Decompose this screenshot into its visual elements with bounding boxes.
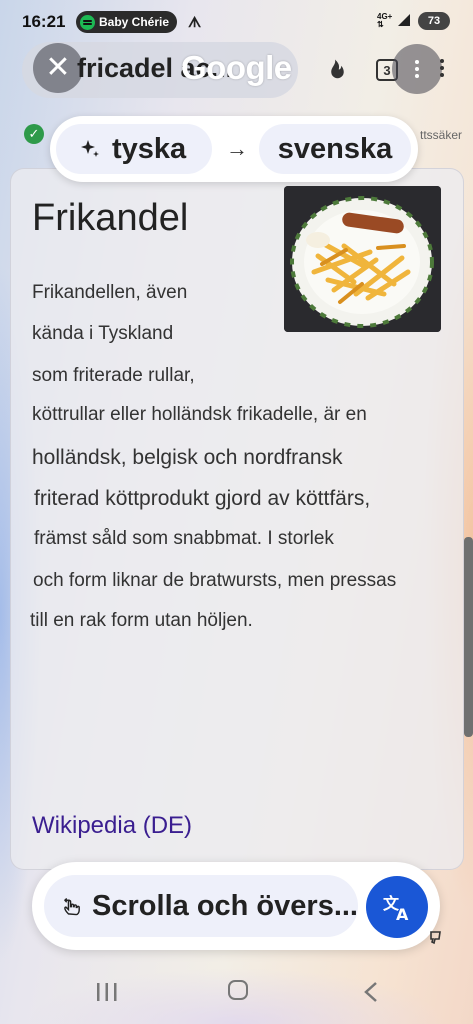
article-line: Frikandellen, även [32, 282, 188, 303]
article-line: som friterade rullar, [32, 365, 195, 386]
signal-icon [398, 14, 410, 26]
arrow-right-icon: → [226, 136, 248, 161]
spotify-icon [80, 14, 95, 30]
scroll-gesture-icon [64, 898, 80, 916]
close-button[interactable]: ✕ [33, 43, 83, 93]
network-indicator: 4G+ ⇅ [377, 13, 392, 29]
article-line: och form liknar de bratwursts, men press… [33, 570, 397, 591]
article-line: köttrullar eller holländsk frikadelle, ä… [32, 404, 367, 425]
language-selector: tyska → svenska [50, 116, 418, 182]
svg-text:A: A [396, 905, 409, 924]
scrollbar[interactable] [464, 537, 473, 737]
translate-menu-button[interactable] [392, 44, 442, 94]
article-line: holländsk, belgisk och nordfransk [32, 446, 343, 469]
app-notification-icon: ᗑ [188, 14, 202, 30]
article-line: till en rak form utan höljen. [30, 610, 253, 631]
target-language-label: svenska [277, 132, 393, 165]
network-activity: ⇅ [377, 20, 384, 29]
frikandel-image[interactable] [284, 186, 441, 332]
scroll-translate-label: Scrolla och övers... [92, 889, 358, 922]
article-title: Frikandel [32, 197, 189, 239]
browser-more-icon [440, 66, 444, 70]
google-logo: Google [181, 49, 292, 86]
media-notification-pill[interactable]: Baby Chérie [76, 11, 178, 33]
frikandel-plate-illustration [284, 186, 441, 332]
battery-indicator: 73 [418, 12, 450, 30]
battery-level: 73 [427, 15, 441, 27]
status-bar: 16:21 Baby Chérie ᗑ 4G+ ⇅ 73 [0, 0, 473, 40]
scroll-translate-bar: Scrolla och övers... 文 A [32, 862, 440, 950]
close-icon: ✕ [45, 51, 71, 84]
source-language-label: tyska [112, 132, 187, 165]
check-icon: ✓ [24, 124, 44, 144]
article-line: friterad köttprodukt gjord av köttfärs, [34, 487, 371, 510]
status-time: 16:21 [22, 12, 66, 31]
article-line: kända i Tyskland [32, 323, 174, 344]
back-icon[interactable] [364, 982, 378, 1002]
translate-button[interactable]: 文 A [366, 876, 428, 938]
sparkle-icon [81, 140, 99, 157]
scroll-and-translate-button[interactable]: Scrolla och övers... [44, 875, 358, 937]
translate-icon: 文 A [383, 894, 409, 924]
home-icon[interactable] [228, 980, 248, 1000]
media-label: Baby Chérie [99, 15, 170, 29]
more-vert-icon [415, 67, 419, 71]
article-line: främst såld som snabbmat. I storlek [34, 528, 334, 549]
feedback-icon[interactable] [428, 928, 446, 946]
wikipedia-source-link[interactable]: Wikipedia (DE) [32, 812, 192, 840]
browser-menu-button[interactable] [440, 58, 444, 70]
partial-hint-text: ttssäker [420, 128, 463, 142]
source-language-button[interactable]: tyska [56, 124, 212, 174]
recents-icon[interactable] [96, 982, 118, 1002]
tab-count: 3 [383, 62, 391, 78]
target-language-button[interactable]: svenska [259, 124, 411, 174]
fire-icon[interactable] [320, 57, 350, 87]
system-navigation-bar [0, 960, 473, 1024]
